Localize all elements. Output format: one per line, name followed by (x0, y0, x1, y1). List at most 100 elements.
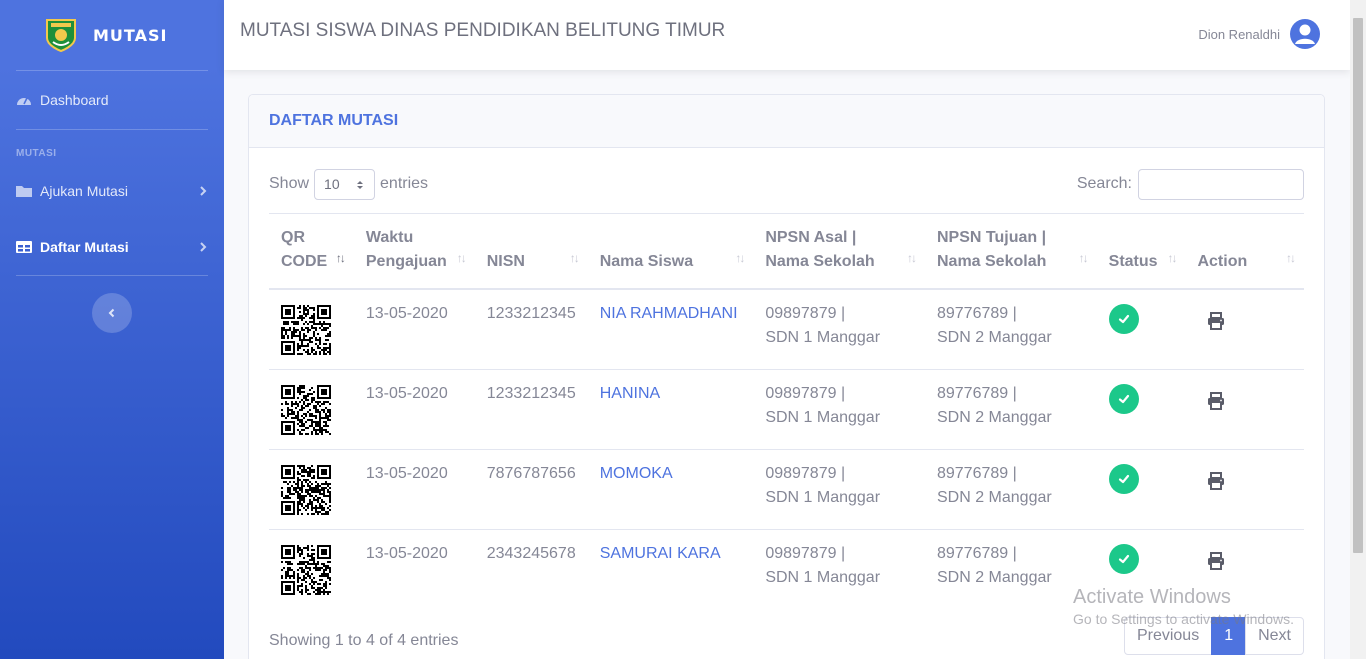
sekolah-asal: SDN 1 Manggar (765, 329, 881, 346)
sidebar-divider (16, 275, 208, 276)
cell-npsn-asal: 09897879 | SDN 1 Manggar (753, 528, 925, 609)
student-name-link[interactable]: HANINA (600, 385, 660, 402)
cell-nisn: 7876787656 (474, 448, 588, 529)
page-title: MUTASI SISWA DINAS PENDIDIKAN BELITUNG T… (240, 20, 726, 41)
sort-asc-icon: ↑↓ (335, 251, 346, 265)
cell-action (1185, 368, 1304, 449)
cell-qr-code (269, 289, 354, 369)
chevron-right-icon (200, 242, 207, 252)
column-header-npsn-tujuan[interactable]: NPSN Tujuan | Nama Sekolah ↑↓ (924, 213, 1097, 290)
column-header-status[interactable]: Status ↑↓ (1096, 213, 1186, 290)
check-icon (1118, 554, 1129, 563)
avatar[interactable] (1290, 19, 1320, 49)
status-approved-badge (1108, 383, 1139, 414)
npsn-asal: 09897879 | (765, 305, 846, 322)
sidebar-item-dashboard[interactable]: Dashboard (0, 71, 224, 129)
npsn-tujuan: 89776789 | (936, 384, 1017, 402)
sort-icon: ↑↓ (1078, 251, 1089, 265)
qr-code-image[interactable] (281, 384, 331, 435)
sort-icon: ↑↓ (906, 251, 917, 265)
cell-waktu-pengajuan: 13-05-2020 (353, 448, 475, 529)
topbar: MUTASI SISWA DINAS PENDIDIKAN BELITUNG T… (224, 0, 1350, 70)
sidebar-heading: MUTASI (16, 148, 57, 159)
column-header-action[interactable]: Action ↑↓ (1185, 213, 1304, 290)
regional-emblem-logo (46, 19, 76, 52)
student-name-link[interactable]: SAMURAI KARA (600, 545, 721, 562)
sekolah-tujuan: SDN 2 Manggar (936, 329, 1052, 346)
table-header-row: QR CODE ↑↓ Waktu Pengajuan ↑↓ NISN ↑↓ Na… (269, 213, 1304, 290)
check-icon (1118, 394, 1129, 403)
page-scrollbar[interactable] (1350, 0, 1366, 659)
qr-code-image[interactable] (281, 305, 331, 355)
entries-select[interactable]: 10 (314, 168, 376, 200)
cell-waktu-pengajuan: 13-05-2020 (365, 305, 448, 322)
entries-select-value: 10 (324, 176, 340, 192)
sidebar-toggle-button[interactable] (92, 293, 132, 333)
sidebar-item-ajukan-mutasi[interactable]: Ajukan Mutasi (0, 163, 224, 219)
cell-qr-code (269, 528, 354, 609)
brand-name: MUTASI (93, 25, 168, 45)
search-control: Search: (1077, 168, 1304, 200)
sort-icon: ↑↓ (456, 251, 467, 265)
qr-code-image[interactable] (281, 464, 331, 515)
student-name-link[interactable]: MOMOKA (600, 465, 673, 482)
status-approved-badge (1108, 463, 1139, 494)
sidebar-item-label: Dashboard (40, 92, 109, 108)
cell-action (1185, 289, 1304, 369)
status-approved-badge (1108, 304, 1139, 334)
student-name-link[interactable]: NIA RAHMADHANI (600, 305, 738, 322)
select-arrows-icon (357, 180, 364, 189)
column-header-nisn[interactable]: NISN ↑↓ (474, 213, 588, 290)
user-menu[interactable]: Dion Renaldhi (1198, 19, 1320, 49)
cell-waktu-pengajuan: 13-05-2020 (353, 368, 475, 449)
cell-npsn-asal: 09897879 | SDN 1 Manggar (753, 289, 925, 369)
search-input[interactable] (1138, 168, 1304, 200)
cell-status (1097, 289, 1186, 369)
column-header-waktu-pengajuan[interactable]: Waktu Pengajuan ↑↓ (353, 213, 475, 290)
qr-code-image[interactable] (281, 544, 331, 595)
print-icon[interactable] (1206, 471, 1226, 491)
sidebar-brand[interactable]: MUTASI (0, 0, 224, 70)
dashboard-gauge-icon (17, 97, 31, 105)
sekolah-tujuan: SDN 2 Manggar (936, 568, 1052, 586)
column-header-npsn-asal[interactable]: NPSN Asal | Nama Sekolah ↑↓ (753, 213, 925, 290)
sort-icon: ↑↓ (1286, 251, 1296, 265)
windows-activation-watermark: Activate Windows Go to Settings to activ… (1073, 586, 1294, 627)
sidebar-item-label: Ajukan Mutasi (40, 183, 128, 199)
column-header-qr-code[interactable]: QR CODE ↑↓ (269, 213, 354, 290)
sort-icon: ↑↓ (1167, 251, 1177, 265)
column-header-nama-siswa[interactable]: Nama Siswa ↑↓ (587, 213, 754, 290)
cell-nama-siswa: NIA RAHMADHANI (588, 289, 754, 369)
cell-nama-siswa: MOMOKA (587, 448, 754, 529)
npsn-asal: 09897879 | (765, 464, 846, 482)
print-icon[interactable] (1206, 391, 1226, 411)
print-icon[interactable] (1206, 311, 1226, 331)
npsn-asal: 09897879 | (765, 544, 846, 562)
npsn-tujuan: 89776789 | (936, 305, 1017, 322)
table-row: 13-05-2020 1233212345 NIA RAHMADHANI 098… (269, 289, 1304, 369)
cell-action (1185, 448, 1304, 529)
cell-qr-code (269, 448, 354, 529)
cell-nisn: 1233212345 (474, 368, 588, 449)
sort-icon: ↑↓ (735, 251, 745, 265)
table-controls: Show 10 entries Search: (269, 168, 1304, 200)
entries-length-control: Show 10 entries (269, 168, 429, 200)
card-header: DAFTAR MUTASI (249, 95, 1324, 148)
sidebar-item-daftar-mutasi[interactable]: Daftar Mutasi (0, 219, 224, 275)
check-icon (1118, 314, 1129, 324)
cell-nisn: 2343245678 (474, 528, 588, 609)
cell-npsn-tujuan: 89776789 | SDN 2 Manggar (924, 368, 1097, 449)
table-icon (16, 241, 32, 253)
cell-npsn-tujuan: 89776789 | SDN 2 Manggar (924, 528, 1097, 609)
chevron-left-icon (108, 308, 115, 318)
print-icon[interactable] (1206, 551, 1226, 571)
daftar-mutasi-card: DAFTAR MUTASI Show 10 entries Search: QR… (248, 94, 1325, 659)
sidebar-item-label: Daftar Mutasi (40, 239, 129, 255)
user-name: Dion Renaldhi (1198, 26, 1280, 42)
card-body: Show 10 entries Search: QR CODE ↑↓ Waktu… (249, 148, 1324, 659)
table-row: 13-05-2020 1233212345 HANINA 09897879 | S… (269, 368, 1304, 449)
entries-label: entries (380, 175, 429, 192)
entries-info: Showing 1 to 4 of 4 entries (269, 632, 459, 649)
show-label: Show (269, 175, 310, 192)
scrollbar-thumb[interactable] (1353, 18, 1363, 553)
